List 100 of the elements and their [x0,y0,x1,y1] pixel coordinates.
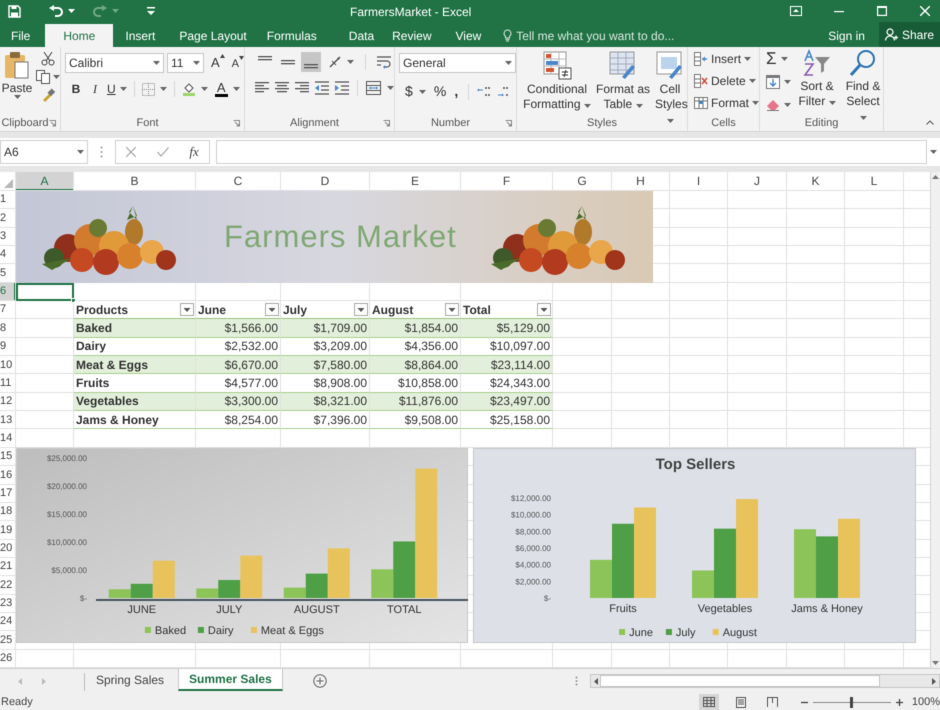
zoom-slider[interactable] [812,696,891,708]
save-icon[interactable] [8,4,21,18]
filter-button-icon[interactable] [445,303,459,316]
undo-icon[interactable] [49,5,63,17]
ribbon-tab[interactable]: View [448,24,490,47]
zoom-level[interactable]: 100% [912,694,940,710]
column-header[interactable]: A [16,172,74,191]
sign-in-link[interactable]: Sign in [820,24,873,47]
caret-icon [780,57,788,61]
caret-icon [193,61,200,65]
up-arrow-icon[interactable] [932,175,939,179]
comma-button[interactable]: , [452,81,460,102]
insert-function-button[interactable]: fx [189,142,199,162]
search-icon [849,49,878,77]
paste-button[interactable]: Paste [2,51,32,115]
sheet-tab[interactable]: Summer Sales [178,669,283,691]
name-box[interactable]: A6 [0,140,88,164]
fill-color-icon[interactable] [182,82,196,96]
caret-icon [160,87,167,91]
underline-button[interactable]: U [107,80,127,98]
caret-icon [387,86,394,90]
style-gallery-button[interactable]: Format as Table [595,50,652,115]
currency-button[interactable]: $ [405,81,413,102]
bold-button[interactable]: B [69,80,83,98]
cells-button[interactable]: Insert [694,49,760,69]
selected-cell[interactable] [16,282,74,302]
dialog-launcher-icon[interactable] [383,120,390,127]
dialog-launcher-icon[interactable] [233,120,240,127]
number-format-field[interactable]: General [399,53,516,73]
borders-icon[interactable] [142,82,155,96]
customize-icon[interactable] [147,7,155,15]
ribbon-display-icon[interactable] [790,6,802,16]
bar [816,536,838,598]
cells-button[interactable]: Delete [694,71,760,91]
increase-decimal-icon[interactable] [477,85,492,98]
right-arrow-icon[interactable] [932,678,936,684]
lightbulb-icon [503,29,512,42]
table-cell: $23,497.00 [461,392,553,412]
legend-swatch [250,627,257,633]
cells-button[interactable]: Format [694,93,760,113]
shrink-font-button[interactable]: A [232,56,244,72]
align-left-icon[interactable] [255,81,270,95]
filter-button-icon[interactable] [265,303,279,316]
eraser-icon[interactable] [766,99,780,111]
increase-indent-icon[interactable] [335,81,350,95]
merge-center-icon[interactable] [366,81,382,95]
maximize-icon[interactable] [877,6,887,16]
style-gallery-button[interactable]: Conditional Formatting [521,50,594,115]
copy-icon[interactable] [36,70,50,84]
table-cell: $3,300.00 [196,392,281,412]
ribbon-tab[interactable]: Insert [115,24,166,47]
down-arrow-icon[interactable] [932,661,939,665]
align-right-icon[interactable] [295,81,310,95]
grow-font-button[interactable]: A [211,53,225,73]
caret-icon[interactable] [68,9,75,13]
ribbon-tab[interactable]: Home [45,24,114,47]
scroll-thumb[interactable] [600,675,880,687]
style-gallery-button[interactable]: Cell Styles [653,50,688,115]
ribbon-tab[interactable]: File [4,24,38,47]
collapse-ribbon-icon[interactable] [926,120,934,125]
left-arrow-icon[interactable] [594,678,598,684]
formula-input[interactable] [216,140,927,164]
redo-icon [93,5,107,17]
decrease-indent-icon[interactable] [315,81,330,95]
ribbon-tab[interactable]: Review [384,24,440,47]
ribbon-tab[interactable]: Data [340,24,382,47]
font-color-button[interactable]: A [214,82,228,96]
expand-icon[interactable] [930,150,937,154]
wrap-text-icon[interactable] [377,55,392,69]
italic-button[interactable]: I [88,80,102,98]
bottom-align-icon[interactable] [301,52,322,72]
dialog-launcher-icon[interactable] [49,120,56,127]
search-field[interactable]: Tell me what you want to do... [516,26,716,44]
table-cell: $1,854.00 [370,319,461,338]
filter-button-icon[interactable] [537,303,551,316]
slider-thumb[interactable] [850,696,854,708]
normal-view-icon[interactable] [698,694,719,710]
fill-down-icon[interactable] [766,75,780,89]
editing-button[interactable]: Sort & Filter [797,49,838,115]
font-name-field[interactable]: Calibri [65,53,164,73]
align-center-icon[interactable] [275,81,290,95]
dialog-launcher-icon[interactable] [505,120,512,127]
percent-button[interactable]: % [434,81,446,102]
vertical-scrollbar[interactable] [930,172,940,668]
legend-swatch [619,629,626,635]
autosum-button[interactable]: Σ [766,49,792,69]
horizontal-scrollbar[interactable] [590,674,940,688]
add-sheet-icon[interactable] [312,674,327,688]
zoom-in-icon[interactable] [896,698,903,706]
table-cell: Vegetables [74,392,196,412]
ribbon-tab[interactable]: Formulas [258,24,325,47]
filter-button-icon[interactable] [354,303,368,316]
sheet-tab[interactable]: Spring Sales [86,669,174,691]
font-size-field[interactable]: 11 [167,53,204,73]
close-icon[interactable] [920,6,930,16]
category-label: AUGUST [294,604,340,616]
editing-button[interactable]: Find & Select [843,49,884,115]
share-button[interactable]: Share [878,22,940,47]
ribbon-tab[interactable]: Page Layout [171,24,255,47]
filter-button-icon[interactable] [180,303,194,316]
